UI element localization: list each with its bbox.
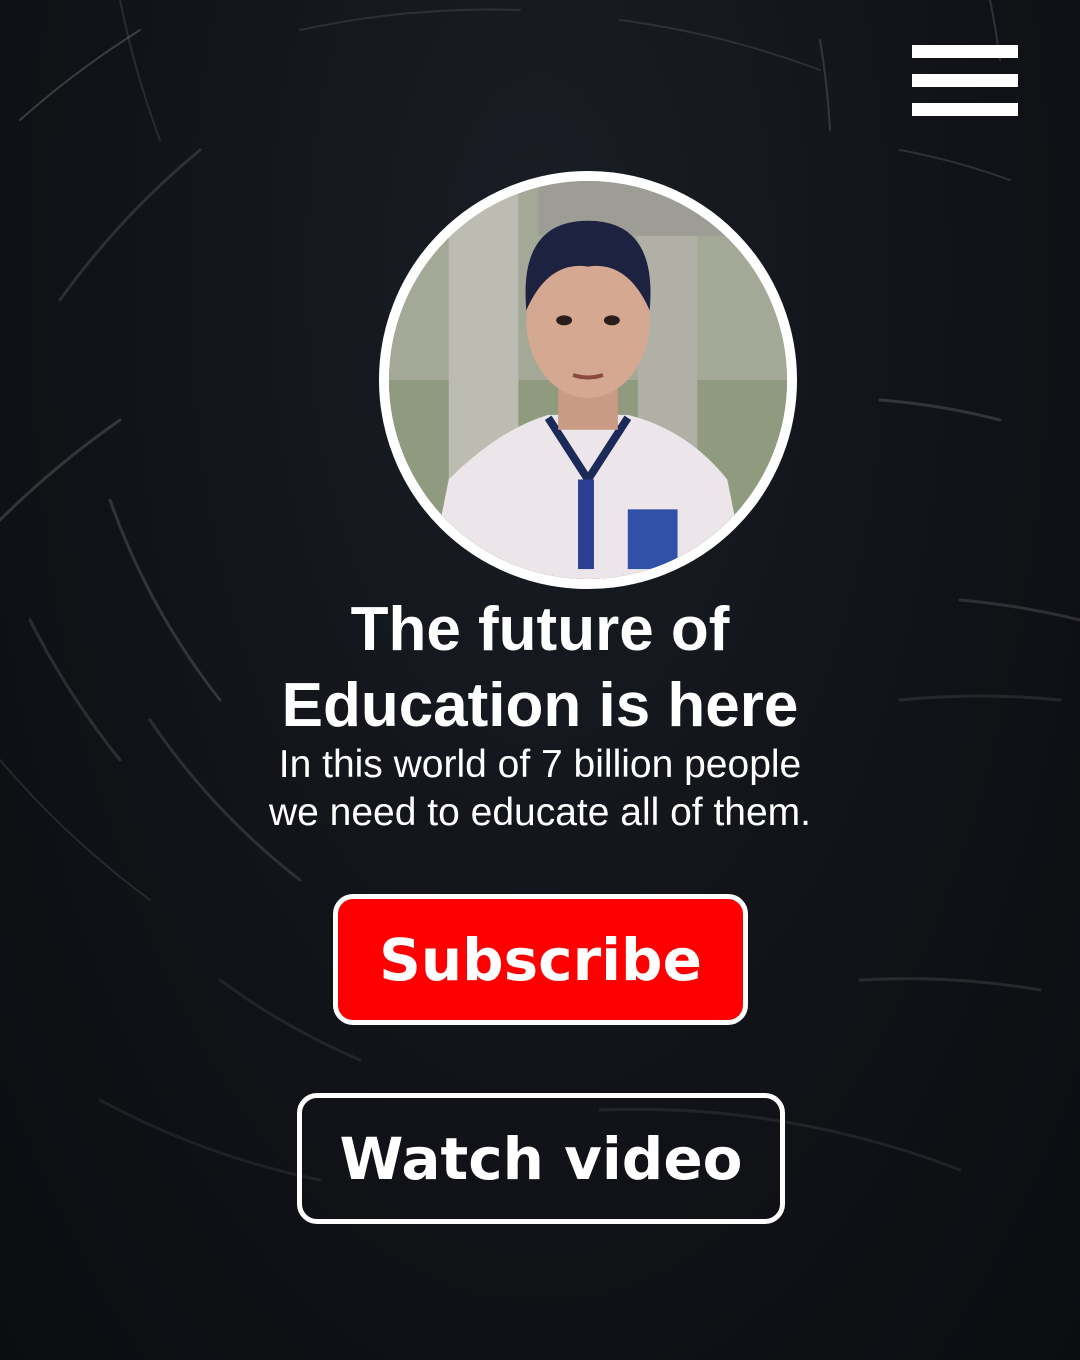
avatar (379, 171, 797, 589)
menu-bar-top (912, 45, 1018, 58)
headline-line-1: The future of (350, 595, 730, 664)
subtitle-line-1: In this world of 7 billion people (278, 743, 802, 786)
hamburger-menu-icon[interactable] (912, 45, 1018, 117)
subtitle: In this world of 7 billion people we nee… (140, 741, 940, 837)
watch-video-button-label: Watch video (339, 1124, 743, 1193)
page-title: The future of Education is here (140, 592, 940, 744)
avatar-photo (389, 181, 787, 579)
headline-line-2: Education is here (281, 671, 799, 740)
watch-video-button[interactable]: Watch video (297, 1093, 785, 1224)
subscribe-button[interactable]: Subscribe (333, 894, 748, 1025)
subtitle-line-2: we need to educate all of them. (268, 791, 812, 834)
menu-bar-bottom (912, 103, 1018, 116)
subscribe-button-label: Subscribe (379, 925, 702, 994)
menu-bar-middle (912, 74, 1018, 87)
